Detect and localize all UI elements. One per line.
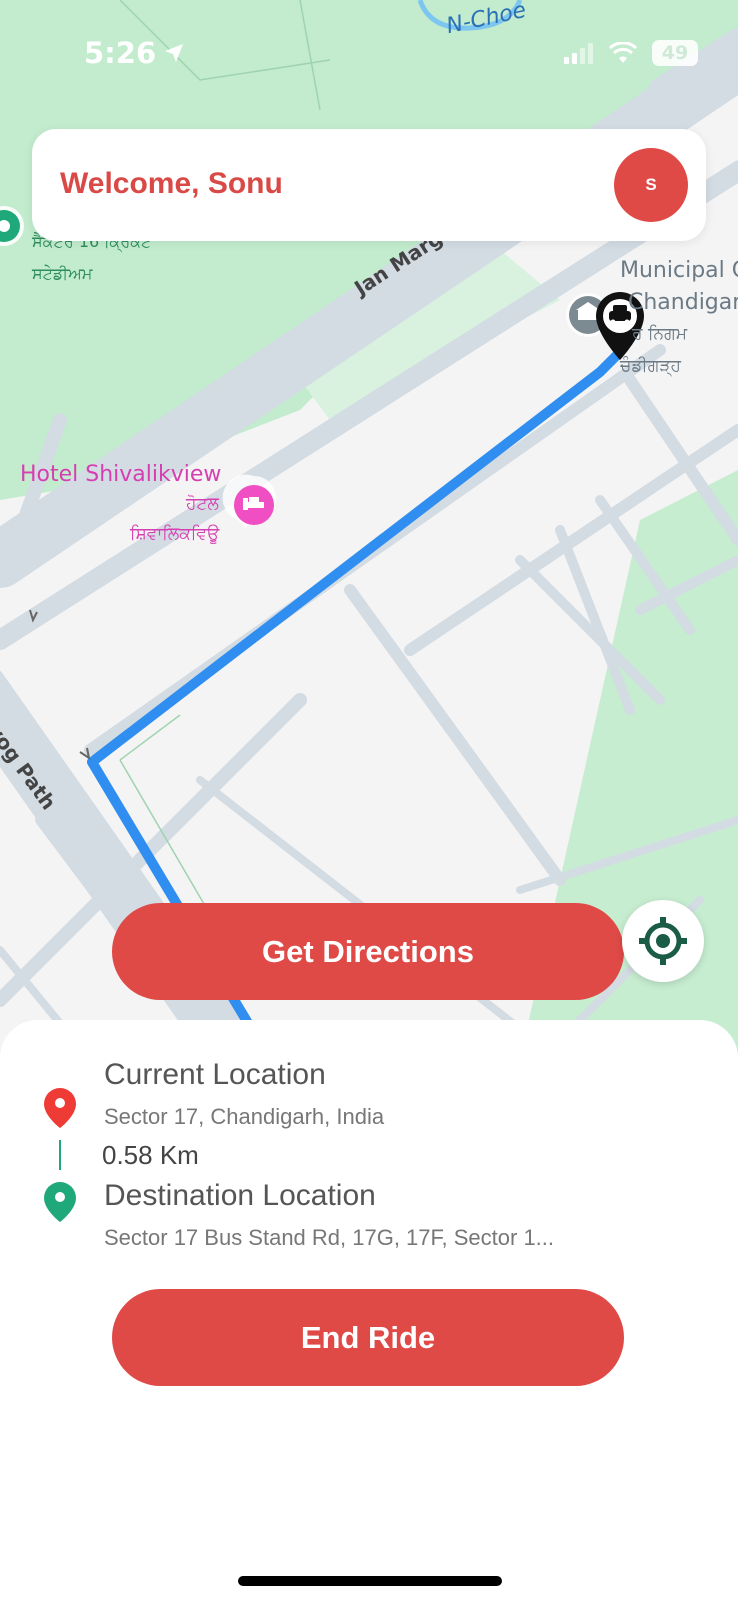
map-label-hotel: Hotel Shivalikview <box>20 462 222 487</box>
crosshair-icon <box>639 917 687 965</box>
route-connector-line <box>59 1140 61 1170</box>
destination-pin-icon <box>44 1182 76 1222</box>
location-arrow-icon <box>165 44 184 62</box>
current-location-pin-icon <box>44 1088 76 1128</box>
welcome-card: Welcome, Sonu S <box>32 129 706 241</box>
end-ride-button[interactable]: End Ride <box>112 1289 624 1386</box>
map-label-municipal: Municipal C <box>620 258 738 283</box>
destination-location-title: Destination Location <box>104 1179 376 1212</box>
current-location-address: Sector 17, Chandigarh, India <box>104 1104 385 1129</box>
trip-distance: 0.58 Km <box>102 1140 199 1170</box>
map-label-hotel-pa-2: ਸ਼ਿਵਾਲਿਕਵਿਊ <box>130 524 220 544</box>
hotel-pin-icon <box>222 474 276 528</box>
current-location-title: Current Location <box>104 1058 326 1091</box>
home-indicator[interactable] <box>238 1576 502 1586</box>
map-label-hotel-pa: ਹੋਟਲ <box>186 494 219 514</box>
get-directions-button[interactable]: Get Directions <box>112 903 624 1000</box>
recenter-button[interactable] <box>622 900 704 982</box>
signal-icon <box>564 43 593 64</box>
map-label-municipal-pa: ਰ ਨਿਗਮ <box>632 324 688 344</box>
status-time: 5:26 <box>84 36 186 70</box>
map-label-municipal-pa-2: ਚੰਡੀਗੜ੍ਹ <box>620 356 681 376</box>
welcome-text: Welcome, Sonu <box>60 167 283 200</box>
destination-location-address: Sector 17 Bus Stand Rd, 17G, 17F, Sector… <box>104 1225 555 1250</box>
status-time-text: 5:26 <box>84 36 157 70</box>
map-label-municipal-2: Chandigar <box>628 290 738 315</box>
map-label-stadium-pa-2: ਸਟੇਡੀਅਮ <box>32 264 93 283</box>
battery-indicator: 49 <box>652 40 698 66</box>
status-icons: 49 <box>564 40 698 66</box>
wifi-icon <box>608 42 638 63</box>
avatar[interactable]: S <box>614 148 688 222</box>
